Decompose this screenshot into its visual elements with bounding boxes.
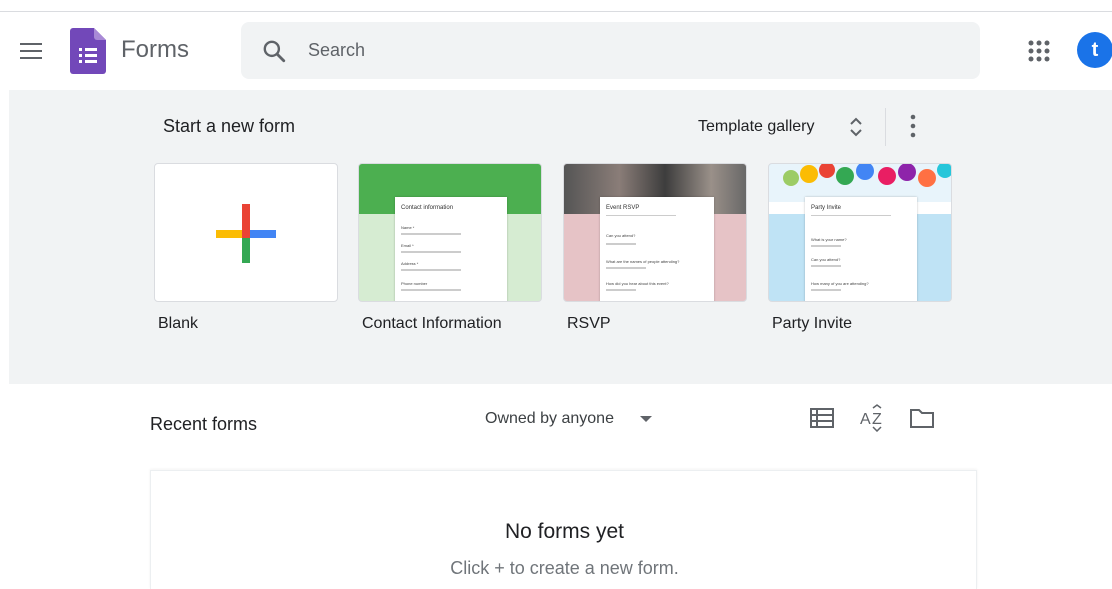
plus-icon [216, 204, 276, 263]
account-avatar[interactable]: t [1077, 32, 1112, 68]
search-bar[interactable] [241, 22, 980, 79]
main-menu-button[interactable] [12, 32, 50, 70]
apps-grid-icon[interactable] [1024, 36, 1054, 66]
template-thumbnail: Event RSVP Can you attend? What are the … [563, 163, 747, 302]
template-party-invite[interactable]: Party Invite What is your name? Can you … [768, 163, 952, 333]
empty-state-panel: No forms yet Click + to create a new for… [150, 470, 977, 589]
empty-state-subtitle: Click + to create a new form. [450, 558, 679, 578]
template-contact-information[interactable]: Contact information Name * Email * Addre… [358, 163, 542, 333]
template-gallery-button[interactable]: Template gallery [698, 112, 868, 142]
template-rsvp[interactable]: Event RSVP Can you attend? What are the … [563, 163, 747, 333]
more-options-icon[interactable] [901, 112, 925, 140]
template-label: RSVP [567, 315, 611, 332]
forms-logo-icon[interactable] [70, 28, 106, 74]
search-icon[interactable] [261, 38, 287, 64]
sort-az-icon[interactable]: A Z [858, 404, 886, 432]
divider [885, 108, 886, 146]
template-preview-card: Contact information Name * Email * Addre… [395, 197, 507, 301]
recent-forms-heading: Recent forms [150, 414, 258, 434]
template-thumbnail [154, 163, 338, 302]
template-thumbnail: Contact information Name * Email * Addre… [358, 163, 542, 302]
search-input[interactable] [308, 32, 948, 68]
template-label: Blank [158, 315, 199, 332]
main-menu-icon [20, 43, 42, 45]
template-preview-card: Party Invite What is your name? Can you … [805, 197, 917, 301]
svg-text:A: A [860, 411, 871, 428]
template-preview-card: Event RSVP Can you attend? What are the … [600, 197, 714, 301]
list-view-icon[interactable] [808, 404, 836, 432]
owner-filter-label: Owned by anyone [485, 410, 614, 427]
app-title[interactable]: Forms [121, 36, 189, 64]
dropdown-caret-icon [640, 416, 652, 422]
template-label: Party Invite [772, 315, 853, 332]
folder-icon[interactable] [908, 404, 936, 432]
template-blank[interactable]: Blank [154, 163, 338, 333]
start-new-form-heading: Start a new form [163, 116, 296, 136]
template-label: Contact Information [362, 315, 502, 332]
app-header: Forms t [0, 12, 1112, 90]
unfold-icon [850, 117, 862, 137]
template-thumbnail: Party Invite What is your name? Can you … [768, 163, 952, 302]
empty-state-title: No forms yet [504, 520, 625, 543]
svg-text:Z: Z [872, 411, 882, 428]
template-gallery-label: Template gallery [698, 118, 815, 135]
owner-filter-dropdown[interactable]: Owned by anyone [485, 408, 660, 432]
